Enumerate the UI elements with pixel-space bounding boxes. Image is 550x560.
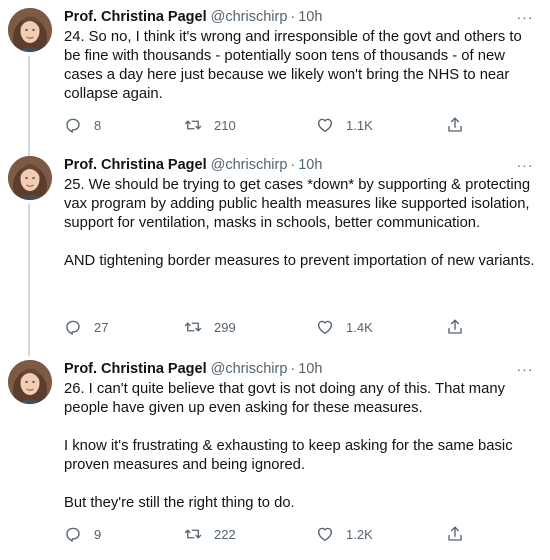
retweet-button[interactable]: 222: [184, 524, 236, 544]
retweet-count: 222: [214, 526, 236, 542]
separator-dot: ·: [290, 9, 296, 25]
author-name[interactable]: Prof. Christina Pagel: [64, 7, 207, 27]
reply-count: 9: [94, 526, 102, 542]
author-name[interactable]: Prof. Christina Pagel: [64, 359, 207, 379]
reply-count: 8: [94, 117, 102, 133]
avatar[interactable]: [8, 360, 52, 404]
like-count: 1.2K: [346, 526, 373, 542]
like-icon: [316, 116, 334, 134]
like-count: 1.4K: [346, 319, 373, 335]
reply-icon: [64, 525, 82, 543]
reply-button[interactable]: 9: [64, 524, 101, 544]
avatar[interactable]: [8, 8, 52, 52]
like-icon: [316, 318, 334, 336]
author-name[interactable]: Prof. Christina Pagel: [64, 155, 207, 175]
tweet-header: Prof. Christina Pagel @chrischirp · 10h …: [64, 359, 536, 379]
separator-dot: ·: [290, 157, 296, 173]
avatar[interactable]: [8, 156, 52, 200]
author-handle[interactable]: @chrischirp: [211, 155, 288, 175]
author-handle[interactable]: @chrischirp: [211, 7, 288, 27]
retweet-icon: [184, 116, 202, 134]
share-button[interactable]: [446, 317, 464, 337]
tweet-text: 25. We should be trying to get cases *do…: [64, 177, 535, 269]
timestamp[interactable]: 10h: [298, 359, 322, 379]
share-button[interactable]: [446, 524, 464, 544]
retweet-icon: [184, 525, 202, 543]
author-handle[interactable]: @chrischirp: [211, 359, 288, 379]
reply-count: 27: [94, 319, 109, 335]
retweet-icon: [184, 318, 202, 336]
like-button[interactable]: 1.2K: [316, 524, 373, 544]
like-button[interactable]: 1.1K: [316, 115, 373, 135]
retweet-button[interactable]: 299: [184, 317, 236, 337]
retweet-count: 210: [214, 117, 236, 133]
share-icon: [446, 116, 464, 134]
reply-icon: [64, 318, 82, 336]
more-icon[interactable]: ···: [514, 155, 536, 175]
like-icon: [316, 525, 334, 543]
action-bar: 9 222 1.2K: [64, 524, 474, 544]
share-icon: [446, 525, 464, 543]
like-count: 1.1K: [346, 117, 373, 133]
retweet-button[interactable]: 210: [184, 115, 236, 135]
tweet-thread: Prof. Christina Pagel @chrischirp · 10h …: [0, 0, 550, 560]
retweet-count: 299: [214, 319, 236, 335]
reply-icon: [64, 116, 82, 134]
reply-button[interactable]: 8: [64, 115, 101, 135]
timestamp[interactable]: 10h: [298, 155, 322, 175]
tweet-header: Prof. Christina Pagel @chrischirp · 10h …: [64, 155, 536, 175]
timestamp[interactable]: 10h: [298, 7, 322, 27]
share-button[interactable]: [446, 115, 464, 135]
action-bar: 27 299 1.4K: [64, 317, 474, 337]
separator-dot: ·: [290, 361, 296, 377]
share-icon: [446, 318, 464, 336]
thread-line: [28, 56, 30, 156]
action-bar: 8 210 1.1K: [64, 115, 474, 135]
like-button[interactable]: 1.4K: [316, 317, 373, 337]
thread-line: [28, 204, 30, 356]
reply-button[interactable]: 27: [64, 317, 108, 337]
tweet-text: 26. I can't quite believe that govt is n…: [64, 381, 513, 511]
more-icon[interactable]: ···: [514, 7, 536, 27]
tweet-header: Prof. Christina Pagel @chrischirp · 10h …: [64, 7, 536, 27]
more-icon[interactable]: ···: [514, 359, 536, 379]
tweet-text: 24. So no, I think it's wrong and irresp…: [64, 29, 526, 102]
